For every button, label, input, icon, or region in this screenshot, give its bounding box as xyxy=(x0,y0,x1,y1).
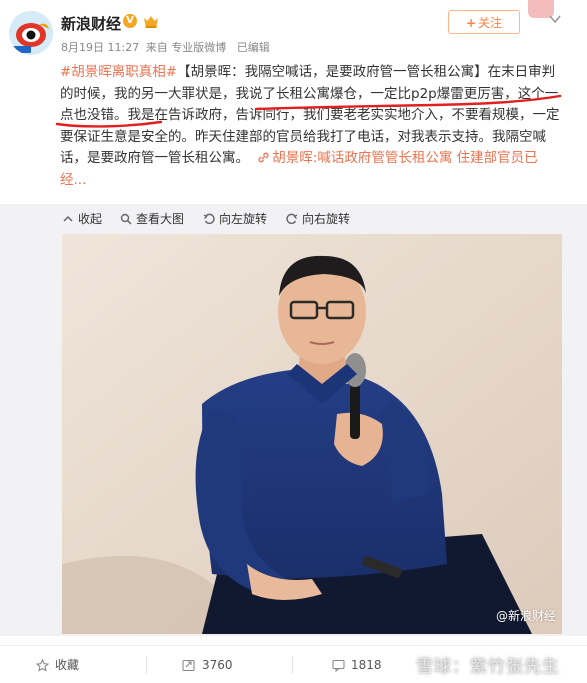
collapse-button[interactable]: 收起 xyxy=(62,210,102,228)
follow-button[interactable]: + 关注 xyxy=(448,10,520,34)
view-large-label: 查看大图 xyxy=(136,212,185,226)
repost-button[interactable]: 3760 xyxy=(182,657,233,673)
overlay-watermark-text: 雪球：紫竹张先生 xyxy=(416,657,560,677)
post-image[interactable]: @新浪财经 xyxy=(62,234,562,634)
collapse-icon xyxy=(63,215,73,222)
verified-badge-icon: V xyxy=(123,14,137,28)
post-meta: 8月19日 11:27 来自 专业版微博 已编辑 xyxy=(61,39,273,55)
magnifier-icon xyxy=(120,213,132,225)
favorite-label: 收藏 xyxy=(55,658,80,672)
image-toolbar: 收起 查看大图 向左旋转 向右旋转 xyxy=(0,204,587,234)
rotate-right-button[interactable]: 向右旋转 xyxy=(286,210,350,228)
snowball-logo-icon xyxy=(393,656,411,674)
view-large-button[interactable]: 查看大图 xyxy=(120,210,184,228)
repost-count: 3760 xyxy=(202,658,233,672)
rotate-right-icon xyxy=(286,213,298,225)
rotate-right-label: 向右旋转 xyxy=(302,212,351,226)
author-name[interactable]: 新浪财经 xyxy=(61,13,121,34)
post-source[interactable]: 来自 专业版微博 xyxy=(146,41,227,54)
plus-icon: + xyxy=(465,16,477,30)
overlay-watermark: 雪球：紫竹张先生 xyxy=(392,652,560,677)
divider xyxy=(292,656,293,674)
member-crown-icon xyxy=(144,16,158,28)
star-icon xyxy=(35,658,50,672)
rotate-left-icon xyxy=(203,213,215,225)
rotate-left-button[interactable]: 向左旋转 xyxy=(203,210,267,228)
topic-link[interactable]: #胡景晖离职真相# xyxy=(60,64,177,80)
image-watermark: @新浪财经 xyxy=(495,609,556,623)
comment-button[interactable]: 1818 xyxy=(332,657,382,673)
favorite-button[interactable]: 收藏 xyxy=(35,657,80,673)
link-icon xyxy=(258,152,269,163)
comment-icon xyxy=(332,659,345,673)
avatar[interactable] xyxy=(9,11,53,55)
chevron-down-icon[interactable] xyxy=(549,13,561,25)
red-underline-mark xyxy=(254,94,562,111)
post-header: 新浪财经 V 8月19日 11:27 来自 专业版微博 已编辑 + 关注 xyxy=(0,0,587,62)
rotate-left-label: 向左旋转 xyxy=(219,212,268,226)
sina-finance-logo-icon xyxy=(9,11,53,55)
follow-label: 关注 xyxy=(478,16,503,30)
red-underline-mark xyxy=(55,120,163,128)
comment-count: 1818 xyxy=(351,658,382,672)
speaker-photo xyxy=(62,234,562,634)
divider xyxy=(146,656,147,674)
repost-icon xyxy=(182,659,195,672)
edited-label: 已编辑 xyxy=(236,41,270,54)
collapse-label: 收起 xyxy=(78,212,103,226)
post-date[interactable]: 8月19日 11:27 xyxy=(61,41,139,54)
